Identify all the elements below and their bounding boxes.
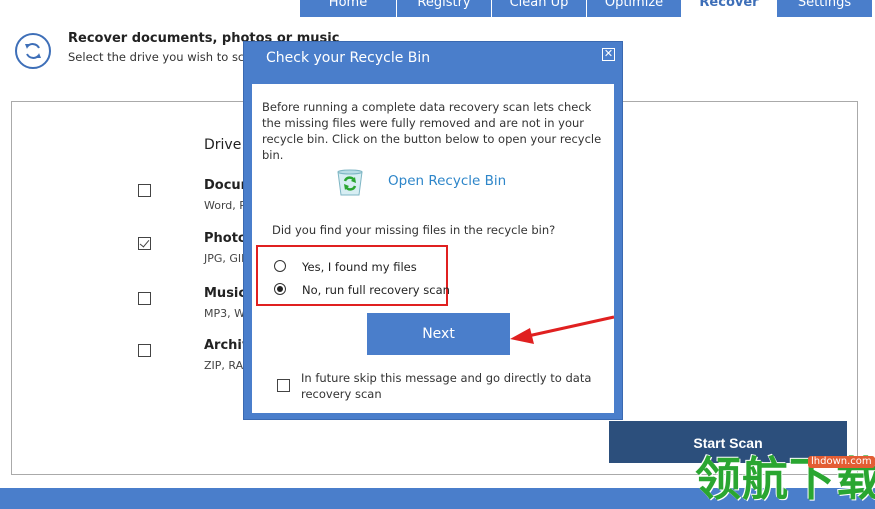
tab-recover[interactable]: Recover: [682, 0, 777, 17]
close-icon[interactable]: ✕: [602, 48, 615, 61]
photos-checkbox[interactable]: [138, 237, 151, 250]
skip-message-checkbox[interactable]: [277, 379, 290, 392]
tab-clean-up[interactable]: Clean Up: [492, 0, 587, 17]
tab-optimize[interactable]: Optimize: [587, 0, 682, 17]
photos-desc: JPG, GIF: [204, 252, 248, 265]
dialog-intro-text: Before running a complete data recovery …: [262, 100, 602, 162]
radio-yes-found[interactable]: [274, 260, 286, 272]
page-subtitle: Select the drive you wish to scan: [68, 50, 259, 64]
dialog-body: Before running a complete data recovery …: [252, 84, 614, 413]
radio-yes-label: Yes, I found my files: [302, 260, 417, 274]
recycle-bin-dialog: Check your Recycle Bin ✕ Before running …: [243, 41, 623, 420]
open-recycle-bin-link[interactable]: Open Recycle Bin: [388, 173, 506, 189]
next-button[interactable]: Next: [367, 313, 510, 355]
music-checkbox[interactable]: [138, 292, 151, 305]
music-label: Music: [204, 286, 247, 301]
tab-settings[interactable]: Settings: [777, 0, 872, 17]
recycle-bin-icon[interactable]: [334, 169, 366, 201]
tab-registry[interactable]: Registry: [397, 0, 492, 17]
radio-no-label: No, run full recovery scan: [302, 283, 450, 297]
skip-message-label: In future skip this message and go direc…: [301, 371, 592, 401]
main-tabs: Home Registry Clean Up Optimize Recover …: [300, 0, 872, 17]
radio-no-full-scan[interactable]: [274, 283, 286, 295]
drive-label: Drive: [204, 137, 242, 153]
dialog-title: Check your Recycle Bin: [266, 50, 431, 66]
recover-icon: [15, 33, 51, 69]
tab-home[interactable]: Home: [300, 0, 397, 17]
dialog-question: Did you find your missing files in the r…: [272, 223, 556, 237]
archives-checkbox[interactable]: [138, 344, 151, 357]
watermark-url: lhdown.com: [808, 456, 875, 468]
documents-checkbox[interactable]: [138, 184, 151, 197]
